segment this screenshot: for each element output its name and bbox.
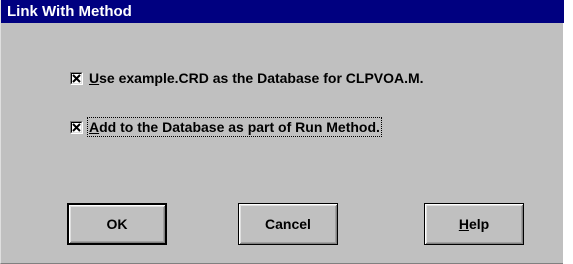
add-to-database-label: Add to the Database as part of Run Metho… — [87, 117, 382, 137]
check-icon — [72, 122, 81, 132]
help-accelerator: H — [458, 216, 469, 232]
use-database-label: Use example.CRD as the Database for CLPV… — [89, 70, 424, 86]
use-database-accelerator: U — [89, 70, 100, 86]
use-database-label-text: se example.CRD as the Database for CLPVO… — [99, 70, 424, 86]
check-icon — [72, 73, 81, 83]
use-database-option[interactable]: Use example.CRD as the Database for CLPV… — [70, 69, 424, 87]
help-label-text: elp — [468, 216, 490, 232]
link-with-method-dialog: Link With Method Use example.CRD as the … — [0, 0, 564, 264]
add-to-database-label-text: dd to the Database as part of Run Method… — [99, 119, 380, 135]
add-to-database-option[interactable]: Add to the Database as part of Run Metho… — [70, 117, 382, 137]
help-button-label: Help — [459, 216, 489, 232]
use-database-checkbox[interactable] — [70, 71, 83, 85]
cancel-button-label: Cancel — [265, 216, 311, 232]
cancel-button[interactable]: Cancel — [238, 203, 338, 245]
ok-button[interactable]: OK — [67, 203, 167, 245]
ok-button-label: OK — [106, 216, 128, 232]
add-to-database-accelerator: A — [89, 119, 100, 135]
add-to-database-checkbox[interactable] — [70, 120, 83, 134]
help-button[interactable]: Help — [424, 203, 524, 245]
dialog-title: Link With Method — [1, 0, 564, 23]
